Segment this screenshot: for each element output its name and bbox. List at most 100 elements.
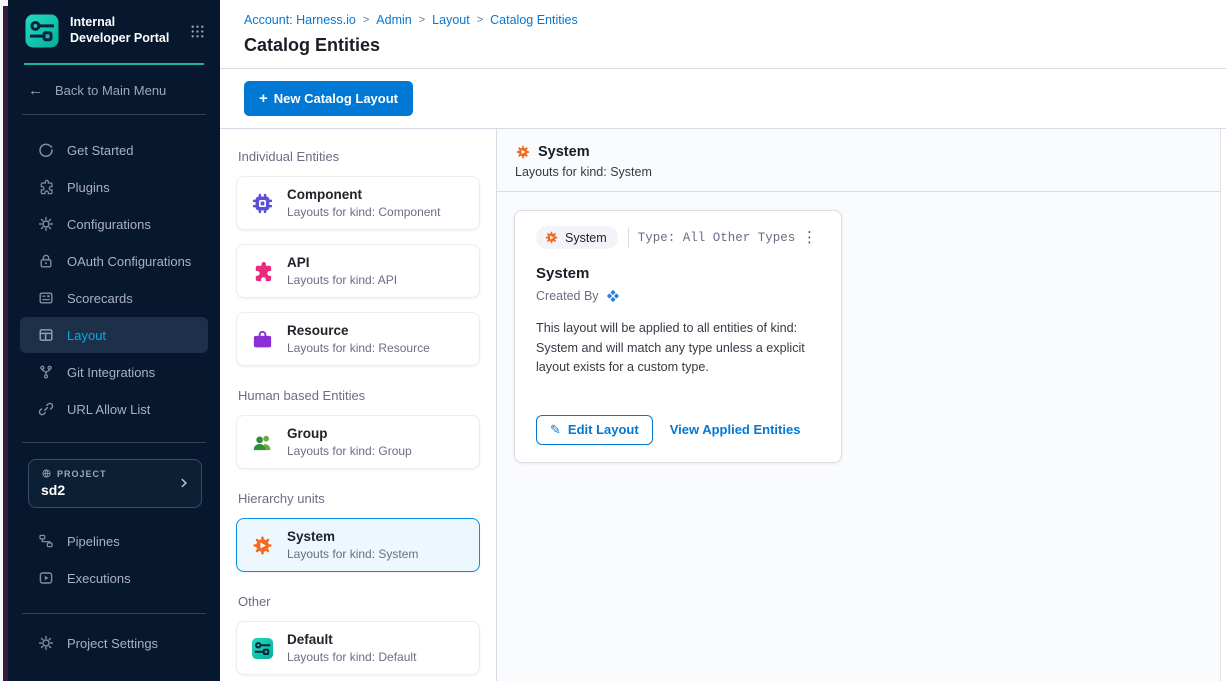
breadcrumb-admin[interactable]: Admin [376, 13, 411, 27]
back-to-main-menu[interactable]: ← Back to Main Menu [8, 65, 220, 114]
link-icon [38, 401, 54, 417]
component-icon [251, 192, 274, 215]
created-by-icon [605, 288, 621, 304]
entity-card-group[interactable]: Group Layouts for kind: Group [236, 415, 480, 469]
kind-chip: System [536, 226, 618, 249]
settings-gear-icon [38, 635, 54, 651]
detail-subtitle: Layouts for kind: System [515, 165, 1202, 179]
app-title: Internal Developer Portal [70, 15, 179, 46]
entity-sub: Layouts for kind: Default [287, 650, 416, 664]
kind-chip-label: System [565, 231, 607, 245]
apps-grid-icon[interactable] [189, 23, 206, 40]
project-selector[interactable]: PROJECT sd2 [28, 459, 202, 508]
sidebar-item-configurations[interactable]: Configurations [20, 206, 208, 242]
pipelines-icon [38, 533, 54, 549]
sidebar-item-label: OAuth Configurations [67, 254, 191, 269]
entity-name: System [287, 529, 418, 544]
sidebar-nav-project: Pipelines Executions [8, 512, 220, 597]
section-label-individual: Individual Entities [238, 149, 480, 164]
system-gear-icon [515, 144, 531, 160]
sidebar-item-pipelines[interactable]: Pipelines [20, 523, 208, 559]
view-applied-entities-link[interactable]: View Applied Entities [670, 422, 801, 437]
breadcrumb: Account: Harness.io > Admin > Layout > C… [244, 13, 1202, 27]
entity-card-component[interactable]: Component Layouts for kind: Component [236, 176, 480, 230]
sidebar-item-scorecards[interactable]: Scorecards [20, 280, 208, 316]
layout-name: System [536, 265, 821, 282]
detail-title: System [538, 144, 590, 160]
breadcrumb-separator: > [477, 14, 483, 26]
entity-name: Default [287, 632, 416, 647]
executions-icon [38, 570, 54, 586]
sidebar-item-label: Get Started [67, 143, 133, 158]
entity-name: Resource [287, 323, 430, 338]
breadcrumb-account[interactable]: Account: Harness.io [244, 13, 356, 27]
more-menu-icon[interactable]: ⋮ [798, 228, 821, 247]
lock-icon [38, 253, 54, 269]
entity-name: API [287, 255, 397, 270]
plugins-icon [38, 179, 54, 195]
new-catalog-layout-button[interactable]: + New Catalog Layout [244, 81, 413, 116]
sidebar-item-label: URL Allow List [67, 402, 150, 417]
entity-name: Group [287, 426, 412, 441]
entity-name: Component [287, 187, 440, 202]
entity-sub: Layouts for kind: Group [287, 444, 412, 458]
sidebar-item-label: Project Settings [67, 636, 158, 651]
detail-header: System Layouts for kind: System [497, 129, 1226, 192]
git-branch-icon [38, 364, 54, 380]
page-header: Account: Harness.io > Admin > Layout > C… [220, 0, 1226, 69]
sidebar-item-label: Git Integrations [67, 365, 155, 380]
entity-sub: Layouts for kind: System [287, 547, 418, 561]
plus-icon: + [259, 90, 268, 107]
divider [22, 442, 206, 443]
entity-sub: Layouts for kind: Component [287, 205, 440, 219]
sidebar: Internal Developer Portal ← Back to Main… [8, 0, 220, 681]
type-label: Type: All Other Types [638, 231, 796, 245]
scrollbar[interactable] [1220, 129, 1226, 681]
system-gear-icon [251, 534, 274, 557]
breadcrumb-layout[interactable]: Layout [432, 13, 470, 27]
sidebar-item-project-settings[interactable]: Project Settings [20, 625, 208, 661]
entity-sub: Layouts for kind: API [287, 273, 397, 287]
sidebar-item-label: Layout [67, 328, 106, 343]
layout-description: This layout will be applied to all entit… [536, 319, 821, 378]
sidebar-item-oauth-configurations[interactable]: OAuth Configurations [20, 243, 208, 279]
breadcrumb-separator: > [363, 14, 369, 26]
entity-card-default[interactable]: Default Layouts for kind: Default [236, 621, 480, 675]
back-arrow-icon: ← [28, 82, 43, 99]
new-catalog-layout-label: New Catalog Layout [274, 91, 398, 106]
edit-layout-label: Edit Layout [568, 422, 639, 437]
sidebar-item-get-started[interactable]: Get Started [20, 132, 208, 168]
edit-layout-button[interactable]: ✎ Edit Layout [536, 415, 653, 445]
section-label-hierarchy: Hierarchy units [238, 491, 480, 506]
divider [628, 228, 629, 248]
scorecards-icon [38, 290, 54, 306]
section-label-human: Human based Entities [238, 388, 480, 403]
layout-card: System Type: All Other Types ⋮ System Cr… [514, 210, 842, 463]
created-by-label: Created By [536, 289, 599, 303]
sidebar-item-url-allow-list[interactable]: URL Allow List [20, 391, 208, 427]
sidebar-item-label: Pipelines [67, 534, 120, 549]
system-gear-icon [544, 230, 559, 245]
project-label: PROJECT [57, 469, 107, 479]
default-icon [251, 637, 274, 660]
entity-card-system[interactable]: System Layouts for kind: System [236, 518, 480, 572]
sidebar-nav-settings: Project Settings [8, 614, 220, 662]
entity-card-resource[interactable]: Resource Layouts for kind: Resource [236, 312, 480, 366]
back-label: Back to Main Menu [55, 83, 166, 98]
entity-card-api[interactable]: API Layouts for kind: API [236, 244, 480, 298]
sidebar-item-git-integrations[interactable]: Git Integrations [20, 354, 208, 390]
sidebar-item-label: Configurations [67, 217, 151, 232]
project-icon [41, 468, 52, 479]
sidebar-item-plugins[interactable]: Plugins [20, 169, 208, 205]
entity-list-panel: Individual Entities Component Layouts fo… [220, 129, 497, 681]
breadcrumb-catalog-entities[interactable]: Catalog Entities [490, 13, 578, 27]
sidebar-item-executions[interactable]: Executions [20, 560, 208, 596]
breadcrumb-separator: > [419, 14, 425, 26]
sidebar-item-layout[interactable]: Layout [20, 317, 208, 353]
main-area: Account: Harness.io > Admin > Layout > C… [220, 0, 1226, 681]
project-name: sd2 [41, 482, 177, 498]
group-icon [251, 431, 274, 454]
api-icon [251, 260, 274, 283]
app-logo-icon [24, 13, 60, 49]
entity-sub: Layouts for kind: Resource [287, 341, 430, 355]
